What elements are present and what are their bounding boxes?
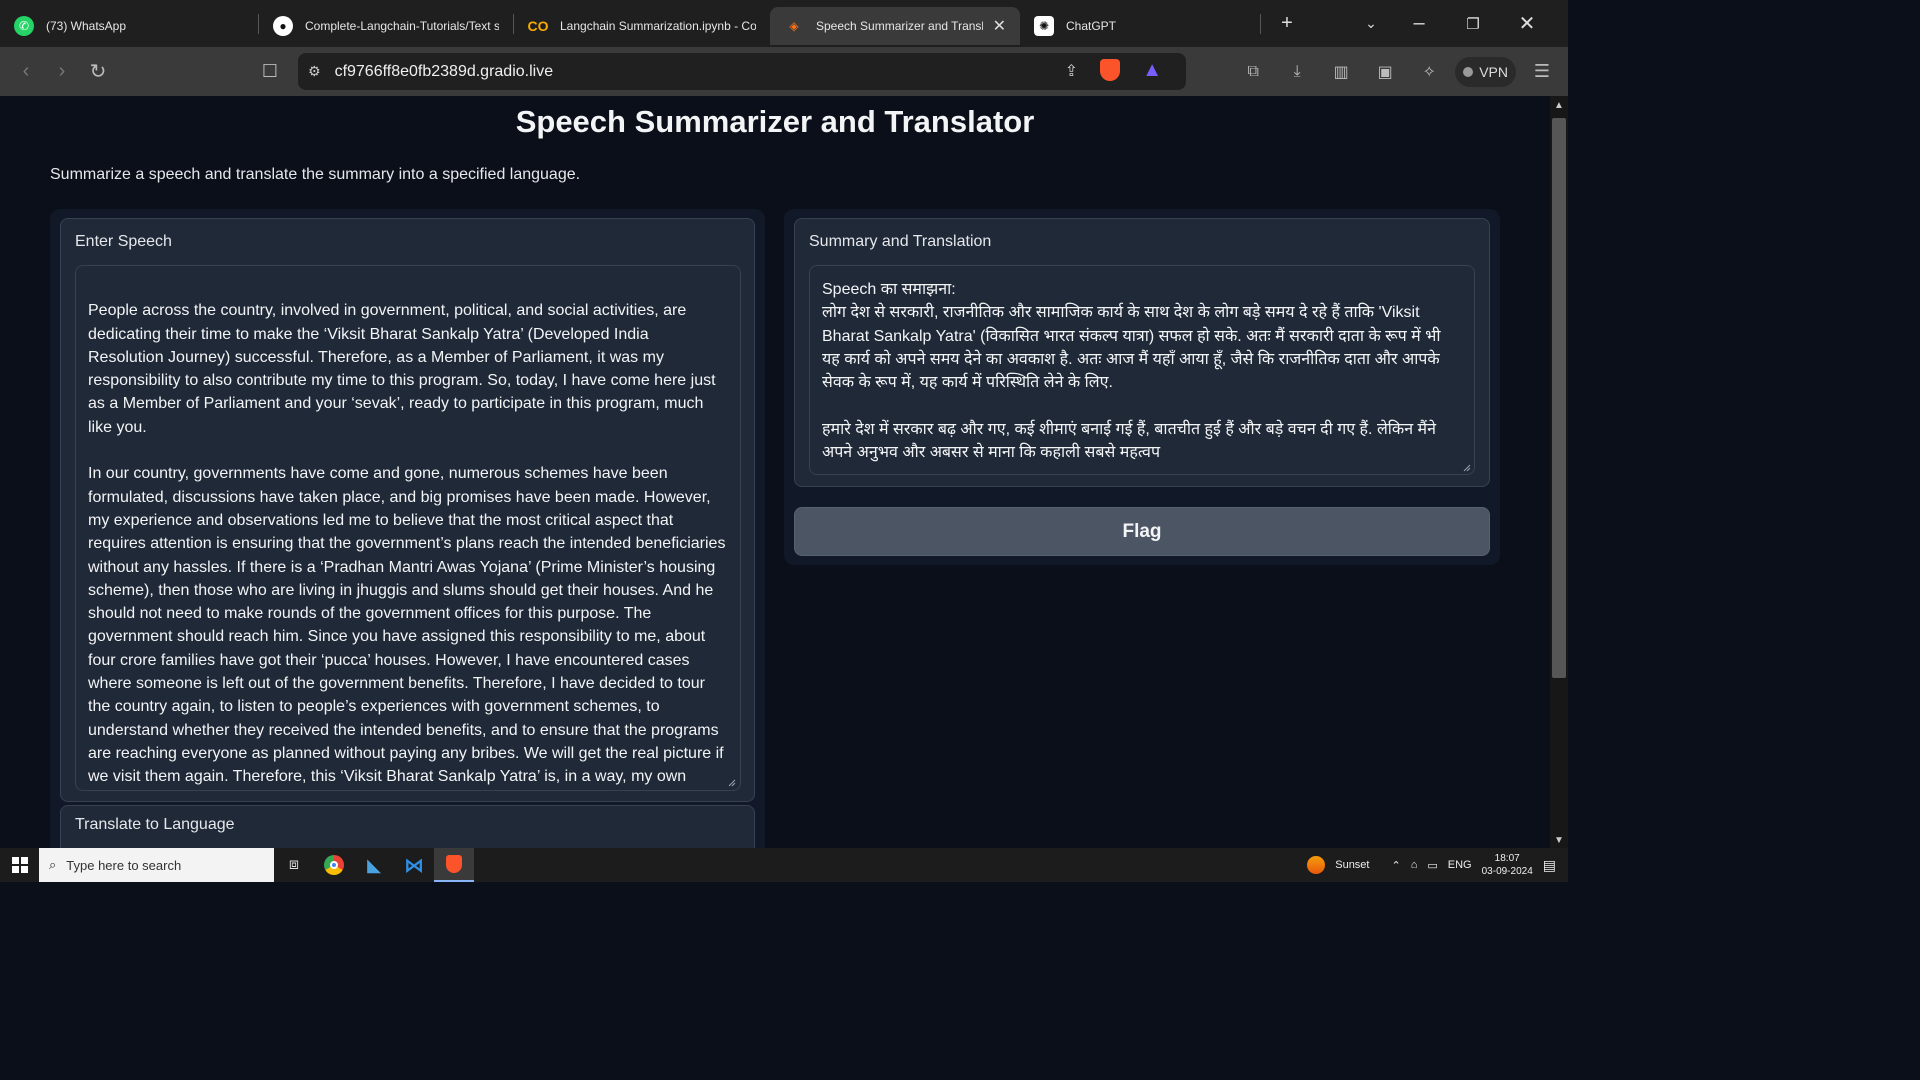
page-scrollbar[interactable]: ▲ ▼ [1550,96,1568,848]
output-label: Summary and Translation [809,233,992,250]
vpn-client-icon[interactable]: ◣ [354,848,394,882]
network-icon[interactable]: ⌂ [1411,859,1418,871]
vscode-icon[interactable]: ⋈ [394,848,434,882]
language-input-block: Translate to Language [60,805,755,848]
scroll-down-icon[interactable]: ▼ [1554,835,1564,846]
clock-date: 03-09-2024 [1481,866,1533,877]
vpn-button[interactable]: VPN [1455,56,1516,87]
back-icon[interactable]: ‹ [8,54,44,90]
page-description: Summarize a speech and translate the sum… [50,166,581,183]
windows-start-icon[interactable] [0,848,39,882]
github-icon: ● [273,15,293,36]
browser-tab-strip: ✆ (73) WhatsApp ● Complete-Langchain-Tut… [0,0,1568,47]
language-input-label: Translate to Language [75,816,235,833]
chatgpt-icon: ✺ [1034,15,1054,36]
tray-chevron-icon[interactable]: ⌃ [1391,859,1400,872]
whatsapp-icon: ✆ [14,15,34,36]
reload-icon[interactable]: ↻ [80,54,116,90]
vpn-label: VPN [1479,63,1508,80]
browser-toolbar: ‹ › ↻ ☐ ⚙ cf9766ff8e0fb2389d.gradio.live… [0,47,1568,96]
bookmark-icon[interactable]: ☐ [252,53,288,89]
resize-handle-icon[interactable] [726,777,736,787]
tab-title: (73) WhatsApp [46,18,127,33]
toolbar-right-tools: ⧉ ⤓ ▥ ▣ ✧ VPN ☰ [1235,53,1560,90]
gradio-page: Speech Summarizer and Translator Summari… [0,96,1550,848]
extensions-icon[interactable]: ⧉ [1235,54,1271,90]
clock[interactable]: 18:07 03-09-2024 [1482,852,1533,878]
brave-browser-icon[interactable] [434,848,474,882]
notifications-icon[interactable]: ▤ [1543,857,1556,874]
taskbar-search-placeholder: Type here to search [66,857,182,873]
search-icon: ⌕ [49,857,57,872]
tab-chatgpt[interactable]: ✺ ChatGPT [1020,7,1260,45]
tab-title: Speech Summarizer and Translator [816,18,983,33]
restore-window-icon[interactable]: ❐ [1453,0,1493,47]
tab-separator [1260,13,1261,34]
close-window-icon[interactable]: ✕ [1507,0,1547,47]
inputs-column: Enter Speech People across the country, … [50,209,765,848]
summary-translation-textarea[interactable]: Speech का समाझना: लोग देश से सरकारी, राज… [809,265,1475,475]
tab-colab[interactable]: CO Langchain Summarization.ipynb - Colab [514,7,770,45]
battery-icon[interactable]: ▭ [1427,859,1437,872]
brave-shields-icon[interactable] [1100,59,1120,81]
forward-icon[interactable]: › [44,54,80,90]
system-tray: Sunset ⌃ ⌂ ▭ ENG 18:07 03-09-2024 ▤ [1307,848,1568,882]
tab-list-chevron-icon[interactable]: ⌄ [1351,0,1391,47]
output-block: Summary and Translation Speech का समाझना… [794,218,1490,487]
page-title: Speech Summarizer and Translator [515,104,1035,139]
tab-title: Langchain Summarization.ipynb - Colab [560,18,756,33]
address-bar[interactable]: ⚙ cf9766ff8e0fb2389d.gradio.live ⇪ ▲ [298,53,1186,90]
close-tab-icon[interactable]: ✕ [983,16,1006,36]
url-text[interactable]: cf9766ff8e0fb2389d.gradio.live [335,63,554,81]
share-icon[interactable]: ⇪ [1065,61,1078,81]
colab-icon: CO [527,17,549,34]
scroll-up-icon[interactable]: ▲ [1554,100,1564,111]
download-icon[interactable]: ⤓ [1279,54,1315,90]
windows-taskbar: ⌕ Type here to search ⧈ ◣ ⋈ Sunset ⌃ ⌂ ▭… [0,848,1568,882]
scrollbar-thumb[interactable] [1552,118,1566,678]
menu-icon[interactable]: ☰ [1524,54,1560,90]
new-tab-icon[interactable]: + [1267,0,1307,47]
tab-title: Complete-Langchain-Tutorials/Text summar… [305,18,499,33]
flag-button[interactable]: Flag [794,507,1490,556]
sunset-weather-icon[interactable] [1307,856,1326,874]
task-view-icon[interactable]: ⧈ [274,848,314,882]
weather-label[interactable]: Sunset [1335,859,1369,871]
resize-handle-icon[interactable] [1461,462,1471,472]
tab-gradio-active[interactable]: ◈ Speech Summarizer and Translator ✕ [770,6,1020,45]
wallet-icon[interactable]: ▣ [1367,54,1403,90]
minimize-window-icon[interactable]: – [1399,0,1439,47]
gradio-icon: ◈ [789,18,799,33]
site-settings-icon[interactable]: ⚙ [308,63,321,80]
speech-input-label: Enter Speech [75,233,172,250]
tab-title: ChatGPT [1066,18,1117,33]
chrome-icon[interactable] [314,848,354,882]
tab-github[interactable]: ● Complete-Langchain-Tutorials/Text summ… [259,7,513,45]
speech-input-block: Enter Speech People across the country, … [60,218,755,802]
vpn-status-dot [1463,66,1474,77]
tab-whatsapp[interactable]: ✆ (73) WhatsApp [0,7,258,45]
sidebar-icon[interactable]: ▥ [1323,54,1359,90]
taskbar-search-box[interactable]: ⌕ Type here to search [39,848,274,882]
language-indicator[interactable]: ENG [1448,859,1472,871]
leo-ai-icon[interactable]: ✧ [1411,54,1447,90]
brave-rewards-icon[interactable]: ▲ [1142,59,1162,82]
clock-time: 18:07 [1494,853,1520,864]
speech-textarea[interactable]: People across the country, involved in g… [75,265,741,791]
